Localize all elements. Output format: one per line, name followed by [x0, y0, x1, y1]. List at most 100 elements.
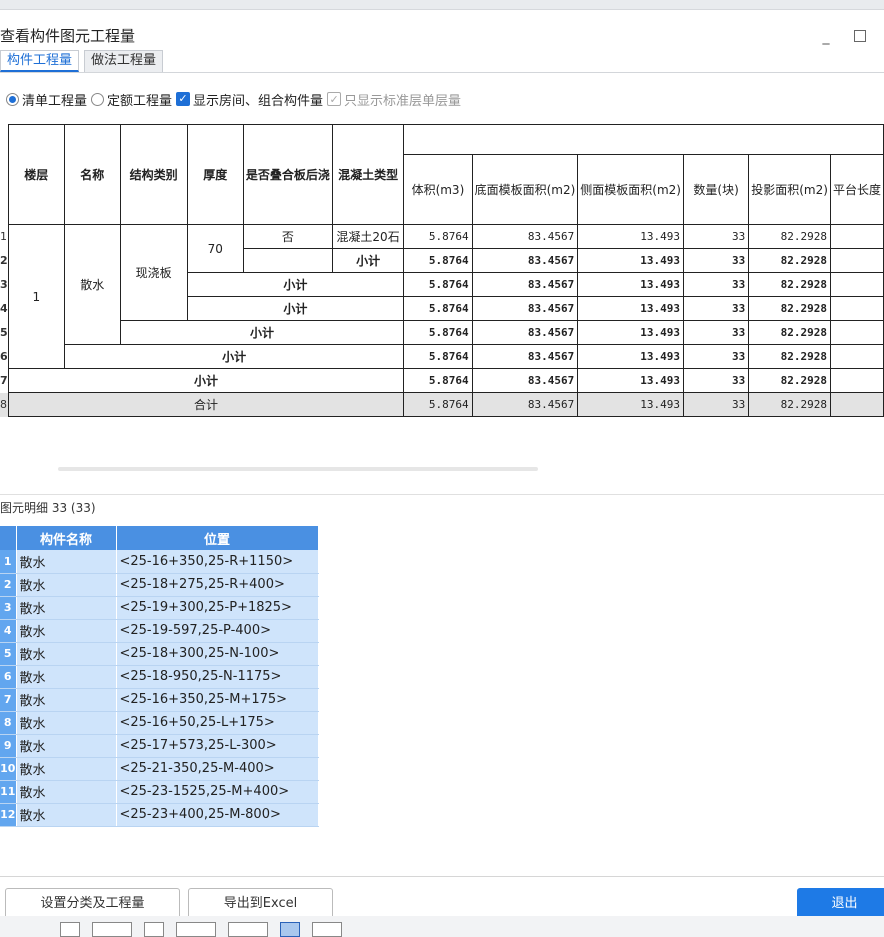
maximize-button[interactable]: [854, 30, 866, 42]
cell-component-name: 散水: [16, 711, 117, 735]
cell-position: <25-23-1525,25-M+400>: [116, 780, 319, 804]
cell-component-name: 散水: [16, 757, 117, 781]
dialog-title: 查看构件图元工程量: [0, 27, 136, 45]
table-row[interactable]: 5 散水 <25-18+300,25-N-100>: [0, 642, 319, 666]
section-divider: [0, 494, 884, 495]
col-count: 数量(块): [682, 154, 750, 225]
cell-component-name: 散水: [16, 573, 117, 597]
cell-struct: 现浇板: [119, 224, 188, 321]
col-position[interactable]: 位置: [116, 526, 319, 550]
quantity-dialog: 查看构件图元工程量 _ 构件工程量 做法工程量 清单工程量 定额工程量 ✓ 显示房…: [0, 10, 884, 916]
row-number: 3: [0, 596, 17, 620]
tool-icon[interactable]: [228, 922, 268, 937]
row-number: 1: [0, 550, 17, 574]
row-number: 10: [0, 757, 17, 781]
cell-position: <25-19+300,25-P+1825>: [116, 596, 319, 620]
table-row[interactable]: 11 散水 <25-23-1525,25-M+400>: [0, 780, 319, 804]
cell-position: <25-19-597,25-P-400>: [116, 619, 319, 643]
col-platform-length: 平台长度: [829, 154, 884, 225]
table-row[interactable]: 8 散水 <25-16+50,25-L+175>: [0, 711, 319, 735]
quantity-table: 楼层 名称 结构类别 厚度 是否叠合板后浇 混凝土类型 体积(m3) 底面模板面…: [0, 124, 884, 417]
col-volume: 体积(m3): [403, 154, 473, 225]
col-projected-area: 投影面积(m2): [748, 154, 831, 225]
cell-component-name: 散水: [16, 665, 117, 689]
cell-position: <25-16+350,25-M+175>: [116, 688, 319, 712]
cell-position: <25-18+300,25-N-100>: [116, 642, 319, 666]
background-toolbar: [0, 916, 884, 937]
cell-position: <25-23+400,25-M-800>: [116, 803, 319, 827]
table-row[interactable]: 10 散水 <25-21-350,25-M-400>: [0, 757, 319, 781]
cell-component-name: 散水: [16, 780, 117, 804]
cell-component-name: 散水: [16, 803, 117, 827]
footer-bar: 设置分类及工程量 导出到Excel 退出: [0, 876, 884, 916]
row-number: 8: [0, 711, 17, 735]
cell-position: <25-16+50,25-L+175>: [116, 711, 319, 735]
check-icon: ✓: [327, 92, 342, 106]
table-row[interactable]: 6 散水 <25-18-950,25-N-1175>: [0, 665, 319, 689]
exit-button[interactable]: 退出: [797, 888, 884, 916]
cell-component-name: 散水: [16, 642, 117, 666]
checkbox-standard-floor: ✓ 只显示标准层单层量: [327, 90, 461, 109]
tool-icon[interactable]: [280, 922, 300, 937]
cell-position: <25-16+350,25-R+1150>: [116, 550, 319, 574]
tool-icon[interactable]: [92, 922, 132, 937]
row-number: 6: [0, 665, 17, 689]
tab-divider: [0, 72, 884, 73]
detail-header-row: 构件名称 位置: [0, 526, 319, 550]
table-row: 5 小计 5.8764 83.4567 13.493 33 82.2928: [0, 320, 884, 345]
row-number: 12: [0, 803, 17, 827]
cell-concrete: 混凝土20石: [331, 224, 405, 249]
table-row[interactable]: 3 散水 <25-19+300,25-P+1825>: [0, 596, 319, 620]
table-row[interactable]: 2 散水 <25-18+275,25-R+400>: [0, 573, 319, 597]
table-row[interactable]: 4 散水 <25-19-597,25-P-400>: [0, 619, 319, 643]
table-row: 6 小计 5.8764 83.4567 13.493 33 82.2928: [0, 344, 884, 369]
col-concrete: 混凝土类型: [331, 124, 405, 225]
col-structure: 结构类别: [119, 124, 188, 225]
tool-icon[interactable]: [176, 922, 216, 937]
radio-bill-quantity[interactable]: 清单工程量: [6, 90, 87, 109]
radio-selected-icon: [6, 92, 19, 106]
table-row[interactable]: 9 散水 <25-17+573,25-L-300>: [0, 734, 319, 758]
set-classification-button[interactable]: 设置分类及工程量: [5, 888, 180, 916]
table-row[interactable]: 1 散水 <25-16+350,25-R+1150>: [0, 550, 319, 574]
table-row[interactable]: 7 散水 <25-16+350,25-M+175>: [0, 688, 319, 712]
checkbox-show-room[interactable]: ✓ 显示房间、组合构件量: [176, 90, 323, 109]
radio-quota-quantity[interactable]: 定额工程量: [91, 90, 172, 109]
background-app-strip: [0, 0, 884, 10]
detail-count: 33 (33): [51, 501, 96, 515]
cell-component-name: 散水: [16, 688, 117, 712]
cell-position: <25-18-950,25-N-1175>: [116, 665, 319, 689]
cell-floor: 1: [7, 224, 65, 369]
col-bottom-formwork: 底面模板面积(m2): [471, 154, 579, 225]
options-bar: 清单工程量 定额工程量 ✓ 显示房间、组合构件量 ✓ 只显示标准层单层量: [6, 88, 465, 110]
detail-title: 图元明细 33 (33): [0, 501, 96, 515]
row-number: 7: [0, 688, 17, 712]
col-side-formwork: 侧面模板面积(m2): [577, 154, 684, 225]
row-number: 5: [0, 642, 17, 666]
cell-thickness: 70: [186, 224, 244, 273]
col-floor: 楼层: [7, 124, 65, 225]
minimize-button[interactable]: _: [818, 30, 834, 46]
tool-icon[interactable]: [60, 922, 80, 937]
table-row: 7 小计 5.8764 83.4567 13.493 33 82.2928: [0, 368, 884, 393]
export-excel-button[interactable]: 导出到Excel: [188, 888, 333, 916]
tab-bar: 构件工程量 做法工程量: [0, 50, 164, 72]
table-row: 1 1 散水 现浇板 70 否 混凝土20石 5.8764 83.4567 13…: [0, 224, 884, 369]
cell-position: <25-21-350,25-M-400>: [116, 757, 319, 781]
tool-icon[interactable]: [312, 922, 342, 937]
tab-component-quantity[interactable]: 构件工程量: [0, 50, 80, 72]
check-icon: ✓: [176, 92, 191, 106]
tab-method-quantity[interactable]: 做法工程量: [84, 50, 164, 72]
row-number: 2: [0, 573, 17, 597]
cell-overlay: 否: [242, 224, 333, 249]
col-overlay: 是否叠合板后浇: [242, 124, 333, 225]
col-component-name[interactable]: 构件名称: [16, 526, 117, 550]
radio-empty-icon: [91, 92, 105, 106]
table-row[interactable]: 12 散水 <25-23+400,25-M-800>: [0, 803, 319, 827]
col-thickness: 厚度: [186, 124, 244, 225]
horizontal-scrollbar[interactable]: [58, 467, 538, 471]
row-number: 4: [0, 619, 17, 643]
cell-name: 散水: [63, 224, 121, 345]
cell-component-name: 散水: [16, 734, 117, 758]
tool-icon[interactable]: [144, 922, 164, 937]
